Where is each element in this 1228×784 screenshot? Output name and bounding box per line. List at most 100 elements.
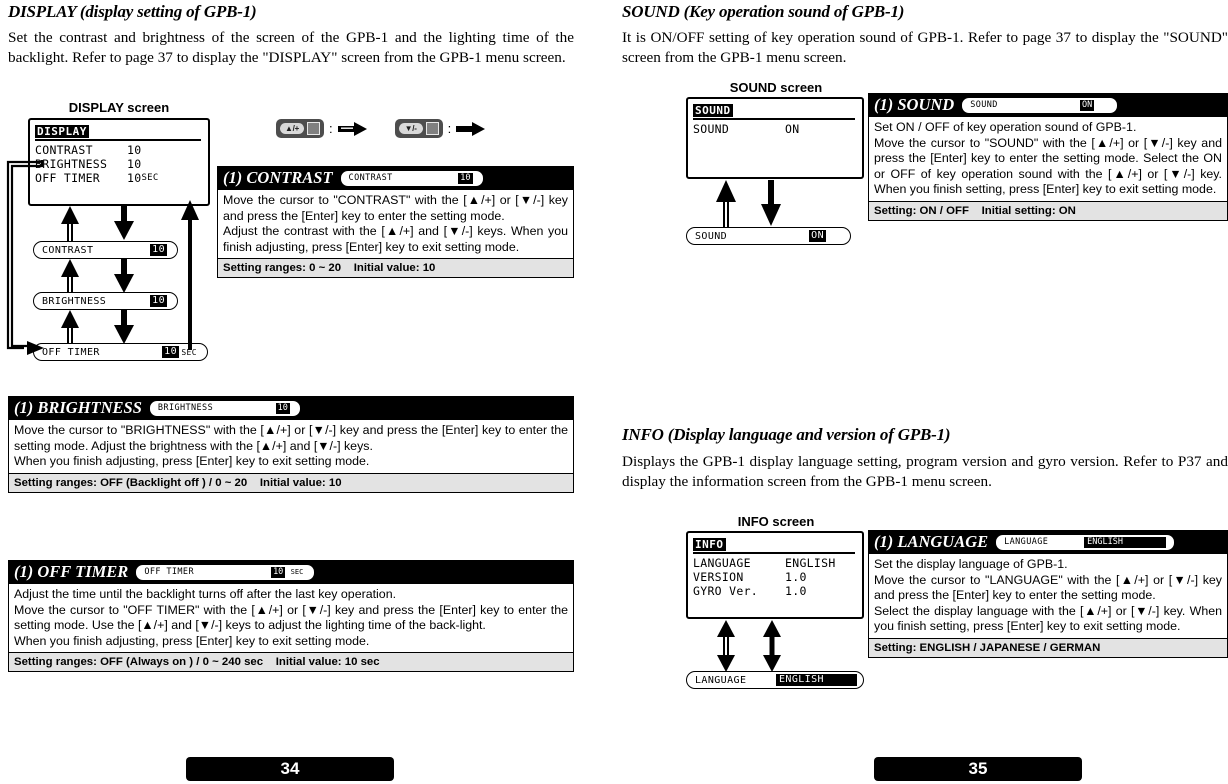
lcd-row-value: ENGLISH: [785, 556, 836, 570]
flow-arrow-down-solid: [761, 180, 781, 226]
flow-loop-arrow-up: [181, 200, 199, 350]
info-section-title: INFO (Display language and version of GP…: [622, 425, 951, 444]
card-setting-chip: SOUND ON: [962, 97, 1118, 113]
key-body-icon: [307, 122, 320, 135]
chip-label: BRIGHTNESS: [157, 403, 214, 413]
lcd-row: BRIGHTNESS 10: [35, 157, 208, 171]
card-title: (1) LANGUAGE: [874, 532, 989, 551]
display-screen-caption: DISPLAY screen: [68, 100, 170, 115]
card-title: (1) SOUND: [874, 95, 955, 114]
lcd-row-label: CONTRAST: [35, 143, 93, 157]
lcd-divider: [693, 552, 855, 554]
display-section-body: Set the contrast and brightness of the s…: [8, 29, 574, 66]
lcd-title: SOUND: [693, 104, 733, 117]
chip-label: CONTRAST: [348, 173, 393, 183]
card-setting-chip: CONTRAST 10: [340, 170, 483, 186]
info-lcd-screen: INFO LANGUAGE ENGLISH VERSION 1.0 GYRO V…: [686, 531, 864, 619]
lcd-row: SOUND ON: [693, 122, 862, 136]
solid-right-arrow-icon: [456, 121, 486, 136]
card-paragraph: Move the cursor to "OFF TIMER" with the …: [14, 602, 568, 633]
flow-arrow-double-solid: [763, 620, 781, 672]
flow-arrow-down-solid: [114, 206, 134, 240]
card-paragraph: Adjust the time until the backlight turn…: [14, 587, 397, 601]
right-page: SOUND (Key operation sound of GPB-1) It …: [614, 0, 1228, 784]
key-down-minus-button: ▼/-: [395, 120, 442, 137]
chip-value: ON: [1079, 99, 1095, 111]
lcd-row-label: GYRO Ver.: [693, 584, 759, 598]
card-header: (1) BRIGHTNESS BRIGHTNESS 10: [8, 396, 574, 420]
key-body-icon: [425, 122, 439, 135]
card-title: (1) OFF TIMER: [14, 562, 129, 581]
info-screen-caption: INFO screen: [737, 514, 815, 529]
card-title: (1) BRIGHTNESS: [14, 398, 142, 417]
lcd-row-value: 1.0: [785, 570, 807, 584]
chip-label: LANGUAGE: [1004, 537, 1049, 547]
card-contrast: (1) CONTRAST CONTRAST 10 Move the cursor…: [217, 166, 574, 279]
lcd-row-value: 10: [127, 157, 142, 171]
card-setting-chip: LANGUAGE ENGLISH: [996, 534, 1175, 550]
card-paragraph: Move the cursor to "BRIGHTNESS" with the…: [14, 423, 568, 453]
lcd-row: LANGUAGE ENGLISH: [693, 556, 862, 570]
card-body: Move the cursor to "BRIGHTNESS" with the…: [8, 420, 574, 473]
card-brightness: (1) BRIGHTNESS BRIGHTNESS 10 Move the cu…: [8, 396, 574, 493]
key-up-plus-button: ▲/+: [277, 120, 323, 137]
card-setting-chip: BRIGHTNESS 10: [149, 400, 300, 416]
card-paragraph: When you finish adjusting, press [Enter]…: [14, 454, 370, 469]
card-paragraph: Set the display language of GPB-1.: [874, 557, 1068, 571]
lcd-row-label: VERSION: [693, 570, 744, 584]
chip-value: 10: [458, 172, 473, 184]
sound-section-body: It is ON/OFF setting of key operation so…: [622, 29, 1228, 66]
sound-screen-caption: SOUND screen: [729, 80, 823, 95]
flow-pill-value: 10: [150, 244, 167, 256]
card-setting-chip: OFF TIMER 10 SEC: [136, 564, 315, 580]
key-down-minus-icon: ▼/-: [398, 123, 423, 134]
card-body: Move the cursor to "CONTRAST" with the […: [217, 190, 574, 259]
lcd-title: DISPLAY: [35, 125, 89, 138]
card-footer: Setting ranges: OFF (Always on ) / 0 ~ 2…: [8, 652, 574, 673]
chip-value: 10: [271, 566, 286, 578]
page-number-left: 34: [186, 757, 394, 781]
flow-arrow-down-solid: [114, 259, 134, 293]
card-paragraph: Select the display language with the [▲/…: [874, 603, 1222, 634]
lcd-row: GYRO Ver. 1.0: [693, 584, 862, 598]
card-header: (1) CONTRAST CONTRAST 10: [217, 166, 574, 190]
key-up-plus-icon: ▲/+: [280, 123, 304, 134]
legend-colon: :: [447, 121, 452, 136]
lcd-row: VERSION 1.0: [693, 570, 862, 584]
hollow-right-arrow-icon: [337, 121, 367, 136]
lcd-row: CONTRAST 10: [35, 143, 208, 157]
card-header: (1) LANGUAGE LANGUAGE ENGLISH: [868, 530, 1228, 554]
card-paragraph: Set ON / OFF of key operation sound of G…: [874, 120, 1137, 134]
key-legend: ▲/+ : ▼/- :: [277, 120, 486, 137]
card-paragraph: Move the cursor to "CONTRAST" with the […: [223, 193, 568, 223]
lcd-divider: [35, 139, 201, 141]
lcd-row-label: OFF TIMER: [35, 171, 101, 185]
lcd-divider: [693, 118, 855, 120]
card-paragraph: Move the cursor to "SOUND" with the [▲/+…: [874, 135, 1222, 197]
lcd-row-value: 1.0: [785, 584, 807, 598]
card-paragraph: Adjust the contrast with the [▲/+] and […: [223, 224, 568, 254]
chip-suffix: SEC: [290, 568, 304, 576]
sound-section-title: SOUND (Key operation sound of GPB-1): [622, 2, 905, 21]
card-footer: Setting ranges: 0 ~ 20 Initial value: 10: [217, 258, 574, 279]
flow-pill-sound: SOUND ON: [686, 227, 851, 245]
display-lcd-screen: DISPLAY CONTRAST 10 BRIGHTNESS 10 OFF TI…: [28, 118, 210, 206]
page-number-right: 35: [874, 757, 1082, 781]
sound-lcd-screen: SOUND SOUND ON: [686, 97, 864, 179]
lcd-row-value: 10: [127, 171, 142, 185]
flow-pill-label: SOUND: [695, 230, 728, 242]
chip-value: 10: [275, 402, 290, 414]
card-body: Set the display language of GPB-1. Move …: [868, 554, 1228, 638]
lcd-row-label: LANGUAGE: [693, 556, 751, 570]
flow-pill-value: ENGLISH: [776, 674, 857, 686]
card-language: (1) LANGUAGE LANGUAGE ENGLISH Set the di…: [868, 530, 1228, 658]
flow-arrow-down-solid: [114, 310, 134, 344]
card-paragraph: Move the cursor to "LANGUAGE" with the […: [874, 572, 1222, 603]
flow-pill-brightness: BRIGHTNESS 10: [33, 292, 178, 310]
flow-pill-value: ON: [809, 230, 826, 242]
lcd-title: INFO: [693, 538, 726, 551]
flow-pill-contrast: CONTRAST 10: [33, 241, 178, 259]
card-footer: Setting: ON / OFF Initial setting: ON: [868, 200, 1228, 221]
flow-pill-value: 10: [150, 295, 167, 307]
chip-label: SOUND: [970, 100, 998, 110]
